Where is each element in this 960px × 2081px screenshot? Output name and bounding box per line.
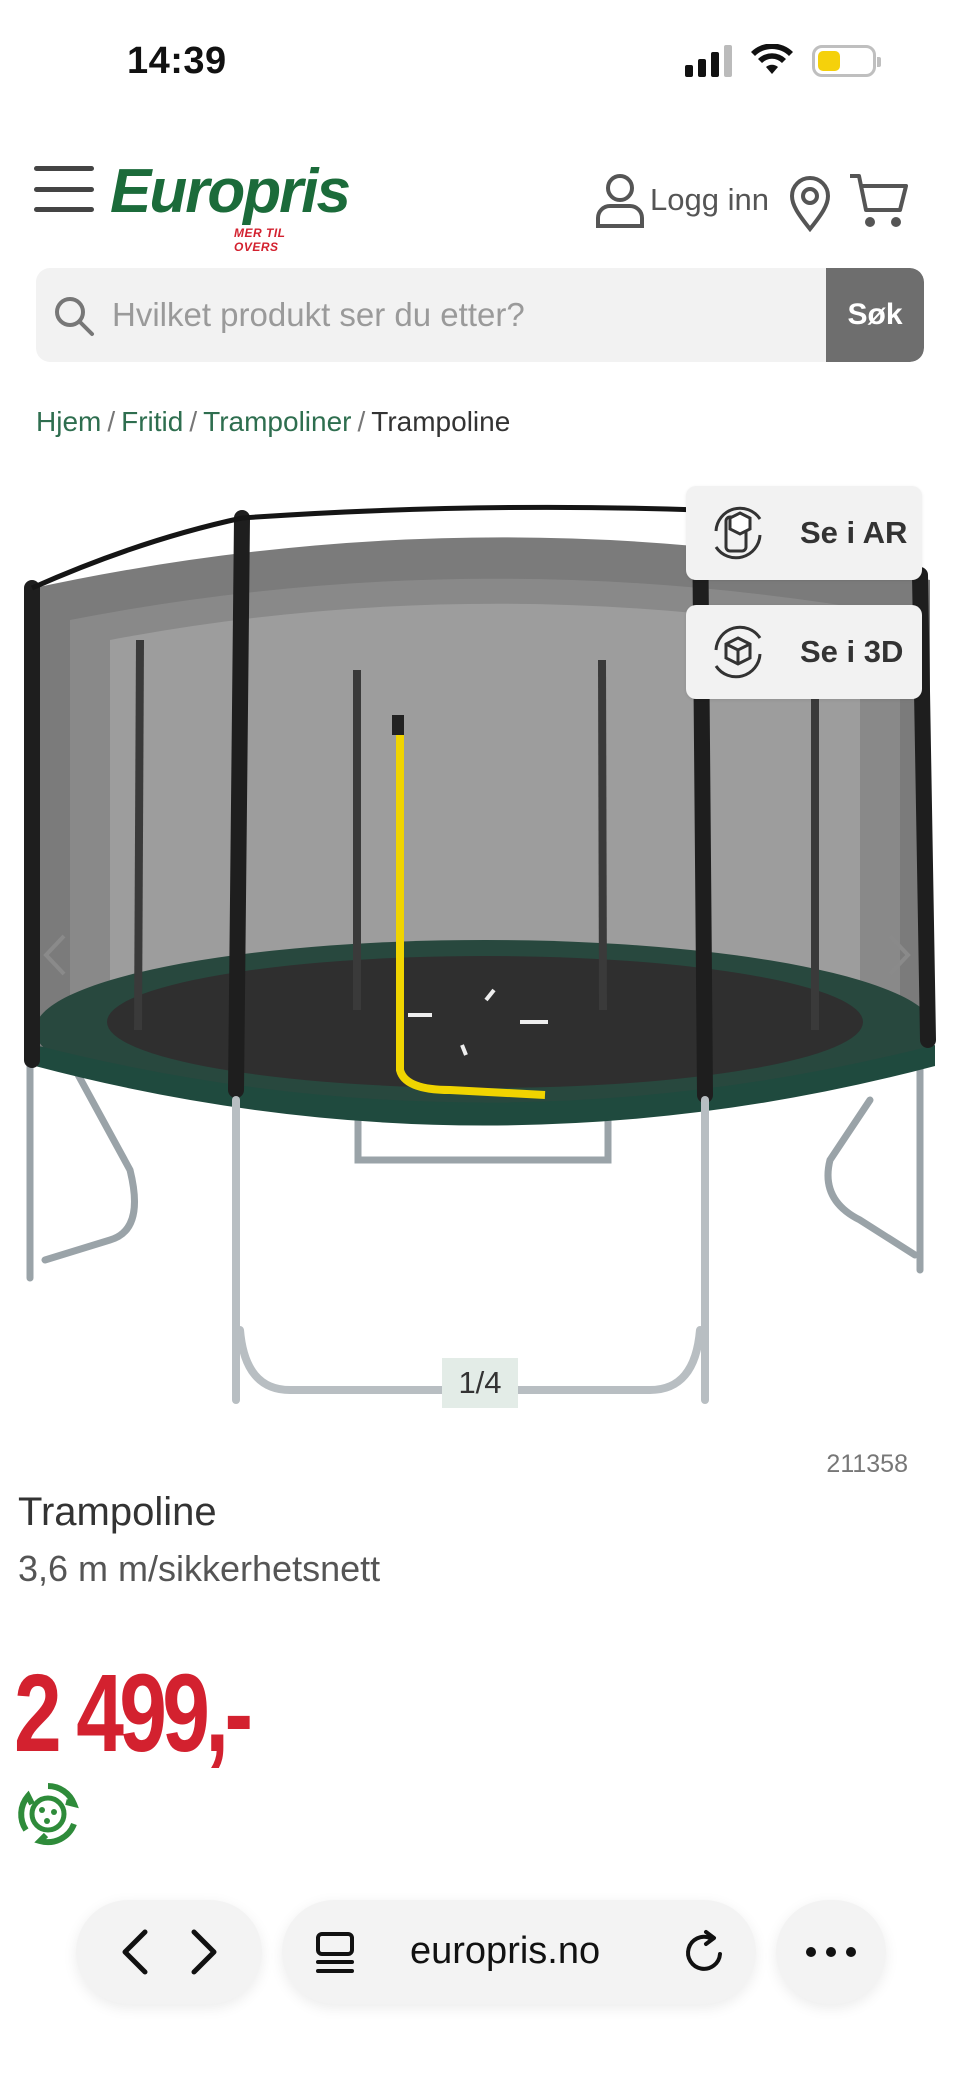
user-icon <box>596 174 644 228</box>
product-image-gallery[interactable]: Se i AR Se i 3D 1/4 <box>0 470 960 1430</box>
battery-icon <box>812 45 881 77</box>
login-button[interactable]: Logg inn <box>594 172 769 228</box>
view-in-ar-button[interactable]: Se i AR <box>686 486 922 580</box>
reader-mode-icon[interactable] <box>312 1930 358 1976</box>
search-icon <box>55 297 94 336</box>
chevron-right-icon[interactable] <box>884 930 914 980</box>
location-pin-icon[interactable] <box>788 176 832 232</box>
product-sku: 211358 <box>826 1450 908 1478</box>
search-bar: Søk <box>36 268 924 362</box>
status-bar: 14:39 <box>0 0 960 120</box>
3d-label: Se i 3D <box>800 634 904 669</box>
breadcrumb-link-fritid[interactable]: Fritid <box>121 406 183 437</box>
breadcrumb-link-hjem[interactable]: Hjem <box>36 406 101 437</box>
ar-label: Se i AR <box>800 515 908 550</box>
address-bar[interactable]: europris.no <box>282 1900 756 2004</box>
breadcrumb-separator: / <box>107 406 116 437</box>
breadcrumb-separator: / <box>357 406 366 437</box>
url-text: europris.no <box>410 1930 601 1972</box>
login-label: Logg inn <box>650 182 769 217</box>
cart-icon[interactable] <box>848 172 910 230</box>
browser-nav-buttons <box>76 1900 262 2004</box>
menu-icon[interactable] <box>34 166 94 212</box>
wifi-icon <box>751 44 793 74</box>
search-button[interactable]: Søk <box>826 268 924 362</box>
chevron-left-icon[interactable] <box>40 930 70 980</box>
product-title: Trampoline <box>18 1490 217 1534</box>
recycle-icon <box>18 1783 79 1846</box>
breadcrumb-link-trampoliner[interactable]: Trampoliner <box>203 406 351 437</box>
ar-icon <box>714 506 762 560</box>
product-price: 2 499,- <box>14 1652 253 1775</box>
logo-tagline: MER TIL OVERS <box>234 226 286 254</box>
status-icons <box>685 44 881 78</box>
back-icon[interactable] <box>117 1926 153 1978</box>
signal-icon <box>685 45 732 77</box>
logo-wordmark: Europris <box>110 157 351 226</box>
dot-icon <box>846 1947 856 1957</box>
status-time: 14:39 <box>127 40 227 82</box>
europris-logo[interactable]: Europris MER TIL OVERS <box>110 157 351 255</box>
image-pager: 1/4 <box>442 1358 518 1408</box>
dot-icon <box>826 1947 836 1957</box>
reload-icon[interactable] <box>680 1928 728 1976</box>
view-in-3d-button[interactable]: Se i 3D <box>686 605 922 699</box>
product-subtitle: 3,6 m m/sikkerhetsnett <box>18 1548 381 1589</box>
search-input[interactable] <box>112 268 832 362</box>
forward-icon[interactable] <box>186 1926 222 1978</box>
dot-icon <box>806 1947 816 1957</box>
3d-cube-icon <box>714 625 762 679</box>
site-header: Europris MER TIL OVERS Logg inn <box>0 150 960 255</box>
breadcrumb-current: Trampoline <box>371 406 511 437</box>
breadcrumb-separator: / <box>189 406 198 437</box>
more-options-button[interactable] <box>776 1900 886 2004</box>
breadcrumb: Hjem / Fritid / Trampoliner / Trampoline <box>36 406 510 438</box>
